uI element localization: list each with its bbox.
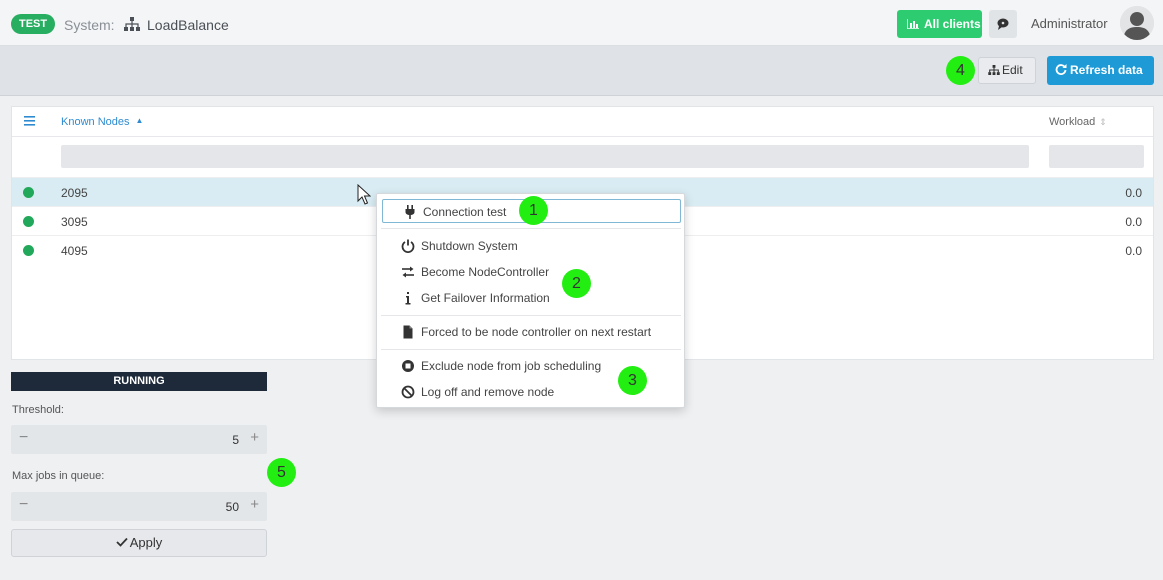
- callout-marker: 1: [519, 196, 548, 225]
- callout-marker: 3: [618, 366, 647, 395]
- edit-label: Edit: [1002, 63, 1023, 77]
- filter-row: [12, 137, 1153, 177]
- node-workload: 0.0: [1125, 215, 1142, 229]
- ban-icon: [401, 385, 415, 399]
- menu-item-forced-node-controller[interactable]: Forced to be node controller on next res…: [381, 320, 681, 344]
- threshold-value[interactable]: 5: [232, 433, 239, 447]
- top-bar: TEST System: LoadBalance All clients Adm…: [0, 0, 1163, 46]
- comment-icon: [997, 18, 1009, 30]
- menu-divider: [381, 315, 681, 316]
- avatar[interactable]: [1120, 6, 1154, 40]
- system-name: LoadBalance: [147, 17, 229, 33]
- menu-item-label: Connection test: [423, 205, 507, 219]
- table-header: Known Nodes ▲ Workload ⇕: [12, 107, 1153, 137]
- max-jobs-label: Max jobs in queue:: [12, 470, 105, 482]
- known-nodes-filter-input[interactable]: [61, 145, 1029, 168]
- menu-item-label: Log off and remove node: [421, 385, 555, 399]
- callout-marker: 2: [562, 269, 591, 298]
- menu-item-label: Get Failover Information: [421, 291, 550, 305]
- menu-divider: [381, 349, 681, 350]
- apply-button[interactable]: Apply: [11, 529, 267, 557]
- node-id: 2095: [61, 186, 88, 200]
- env-badge: TEST: [11, 14, 56, 34]
- apply-label: Apply: [129, 535, 163, 550]
- menu-divider: [381, 228, 681, 229]
- threshold-stepper[interactable]: − 5 +: [11, 425, 267, 454]
- stop-circle-icon: [402, 360, 414, 372]
- all-clients-button[interactable]: All clients: [897, 10, 982, 38]
- action-toolbar: Edit Refresh data: [0, 46, 1163, 96]
- sitemap-icon: [124, 17, 140, 31]
- exchange-icon: [402, 266, 414, 278]
- menu-icon[interactable]: [24, 115, 35, 126]
- mouse-cursor-icon: [357, 184, 371, 205]
- menu-item-become-nodecontroller[interactable]: Become NodeController: [381, 260, 681, 284]
- column-header-workload[interactable]: Workload ⇕: [1049, 116, 1107, 128]
- max-jobs-stepper[interactable]: − 50 +: [11, 492, 267, 521]
- user-name[interactable]: Administrator: [1031, 16, 1108, 31]
- check-icon: [116, 537, 128, 547]
- column-header-known-nodes[interactable]: Known Nodes ▲: [61, 116, 143, 128]
- status-online-icon: [23, 187, 34, 198]
- node-workload: 0.0: [1125, 244, 1142, 258]
- status-badge: RUNNING: [11, 372, 267, 391]
- edit-button[interactable]: Edit: [978, 57, 1036, 84]
- callout-marker: 5: [267, 458, 296, 487]
- menu-item-label: Become NodeController: [421, 265, 550, 279]
- status-online-icon: [23, 216, 34, 227]
- chat-button[interactable]: [989, 10, 1017, 38]
- sort-icon: ⇕: [1099, 117, 1107, 127]
- status-online-icon: [23, 245, 34, 256]
- node-workload: 0.0: [1125, 186, 1142, 200]
- callout-marker: 4: [946, 56, 975, 85]
- all-clients-label: All clients: [924, 17, 981, 31]
- file-icon: [403, 325, 413, 339]
- menu-item-label: Exclude node from job scheduling: [421, 359, 602, 373]
- menu-item-get-failover-information[interactable]: Get Failover Information: [381, 286, 681, 310]
- minus-icon[interactable]: −: [19, 496, 28, 514]
- workload-filter-input[interactable]: [1049, 145, 1144, 168]
- node-id: 4095: [61, 244, 88, 258]
- info-icon: [405, 292, 411, 305]
- plus-icon[interactable]: +: [250, 496, 259, 513]
- refresh-icon: [1055, 64, 1067, 75]
- column-header-label: Workload: [1049, 116, 1096, 128]
- sitemap-icon: [988, 65, 1000, 75]
- refresh-data-button[interactable]: Refresh data: [1047, 56, 1154, 85]
- chart-icon: [907, 19, 919, 29]
- plug-icon: [405, 205, 415, 219]
- column-header-label: Known Nodes: [61, 116, 130, 128]
- user-avatar-icon: [1120, 6, 1154, 40]
- refresh-label: Refresh data: [1070, 63, 1143, 77]
- power-icon: [401, 239, 415, 253]
- threshold-label: Threshold:: [12, 404, 64, 416]
- minus-icon[interactable]: −: [19, 429, 28, 447]
- menu-item-shutdown-system[interactable]: Shutdown System: [381, 234, 681, 258]
- menu-item-label: Shutdown System: [421, 239, 518, 253]
- plus-icon[interactable]: +: [250, 429, 259, 446]
- system-label: System:: [64, 17, 115, 33]
- max-jobs-value[interactable]: 50: [226, 500, 239, 514]
- node-id: 3095: [61, 215, 88, 229]
- menu-item-label: Forced to be node controller on next res…: [421, 325, 652, 339]
- sort-ascending-icon: ▲: [135, 116, 144, 125]
